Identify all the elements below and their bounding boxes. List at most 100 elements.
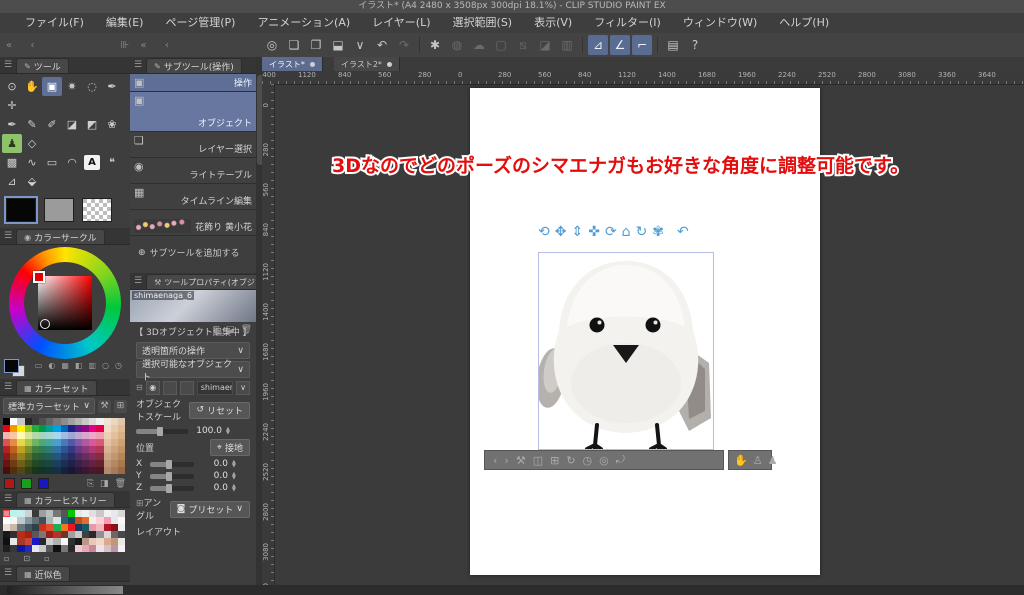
- color-swatch[interactable]: [82, 467, 89, 474]
- color-swatch[interactable]: [3, 531, 10, 538]
- color-swatch[interactable]: [96, 446, 103, 453]
- color-swatch[interactable]: [32, 418, 39, 425]
- color-swatch[interactable]: [32, 446, 39, 453]
- color-swatch[interactable]: [46, 538, 53, 545]
- color-swatch[interactable]: [39, 524, 46, 531]
- menu-layer[interactable]: レイヤー(L): [361, 13, 441, 33]
- color-swatch[interactable]: [39, 446, 46, 453]
- color-swatch[interactable]: [46, 517, 53, 524]
- axis-stepper-y[interactable]: ▲▼: [232, 472, 236, 480]
- color-swatch[interactable]: [118, 439, 125, 446]
- rotate-object-icon[interactable]: ↻: [566, 454, 575, 467]
- color-swatch[interactable]: [89, 524, 96, 531]
- color-swatch[interactable]: [39, 439, 46, 446]
- color-swatch[interactable]: [61, 460, 68, 467]
- pencil-tool[interactable]: ✎: [22, 115, 42, 134]
- color-swatch[interactable]: [111, 510, 118, 517]
- color-swatch[interactable]: [68, 531, 75, 538]
- color-swatch[interactable]: [25, 524, 32, 531]
- color-swatch[interactable]: [46, 545, 53, 552]
- color-swatch[interactable]: [10, 524, 17, 531]
- color-swatch[interactable]: [111, 418, 118, 425]
- chevron-down-icon[interactable]: ∨: [236, 381, 250, 395]
- color-swatch[interactable]: [118, 545, 125, 552]
- color-swatch[interactable]: [82, 446, 89, 453]
- hsv-mode-icon[interactable]: ▭: [35, 361, 43, 370]
- color-swatch[interactable]: [75, 439, 82, 446]
- decoration-tool[interactable]: ❀: [102, 115, 122, 134]
- checkbox-2[interactable]: [180, 381, 194, 395]
- color-swatch[interactable]: [104, 517, 111, 524]
- color-swatch[interactable]: [111, 524, 118, 531]
- pen-tool[interactable]: ✒: [2, 115, 22, 134]
- prev-pose-icon[interactable]: ‹: [493, 454, 497, 467]
- slider-5-icon[interactable]: ○: [102, 361, 109, 370]
- color-swatch[interactable]: [89, 538, 96, 545]
- color-swatch[interactable]: [96, 524, 103, 531]
- color-swatch[interactable]: [17, 545, 24, 552]
- color-swatch[interactable]: [46, 432, 53, 439]
- color-swatch[interactable]: [75, 510, 82, 517]
- color-swatch[interactable]: [82, 545, 89, 552]
- scale-value[interactable]: 100.0: [192, 426, 222, 436]
- import-set-icon[interactable]: ⎘: [87, 479, 94, 489]
- subtool-layer-select[interactable]: ❏レイヤー選択: [130, 132, 256, 158]
- color-swatch[interactable]: [104, 432, 111, 439]
- color-swatch[interactable]: [46, 510, 53, 517]
- color-swatch[interactable]: [25, 432, 32, 439]
- menu-selection[interactable]: 選択範囲(S): [442, 13, 524, 33]
- slider-1-icon[interactable]: ◐: [48, 361, 55, 370]
- edit-color-set-icon[interactable]: ⚒: [98, 400, 111, 413]
- color-swatch[interactable]: [53, 432, 60, 439]
- axis-slider-z[interactable]: [150, 486, 194, 491]
- color-swatch[interactable]: [61, 446, 68, 453]
- history-opt-3[interactable]: ▫: [44, 554, 49, 563]
- color-swatch[interactable]: [25, 446, 32, 453]
- menu-page-manage[interactable]: ページ管理(P): [154, 13, 246, 33]
- color-swatch[interactable]: [46, 524, 53, 531]
- registered-color-swatch[interactable]: [4, 478, 15, 489]
- eyedropper-tool[interactable]: ✒: [102, 77, 122, 96]
- color-swatch[interactable]: [96, 510, 103, 517]
- color-swatch[interactable]: [10, 425, 17, 432]
- color-swatch[interactable]: [53, 418, 60, 425]
- panel-menu-icon[interactable]: ☰: [130, 58, 146, 73]
- color-swatch[interactable]: [3, 510, 10, 517]
- menu-edit[interactable]: 編集(E): [95, 13, 155, 33]
- color-swatch[interactable]: [61, 517, 68, 524]
- color-swatch[interactable]: [118, 425, 125, 432]
- angle-preset-button[interactable]: ◙ プリセット ∨: [170, 501, 250, 518]
- tab-subtool[interactable]: ✎ サブツール(操作): [146, 58, 242, 73]
- fit-view-icon[interactable]: ⊞: [550, 454, 559, 467]
- subtool-object[interactable]: ▣オブジェクト: [130, 92, 256, 132]
- reset-button[interactable]: ↺ リセット: [189, 402, 250, 419]
- color-swatch[interactable]: [68, 510, 75, 517]
- color-swatch[interactable]: [75, 524, 82, 531]
- color-swatch[interactable]: [111, 517, 118, 524]
- object-move-icon[interactable]: ✜: [588, 224, 600, 240]
- snap-to-grid-icon[interactable]: ⌐: [632, 35, 652, 55]
- color-swatch[interactable]: [96, 453, 103, 460]
- collapse-icon[interactable]: ⊟: [136, 383, 143, 392]
- color-swatch[interactable]: [32, 545, 39, 552]
- color-swatch[interactable]: [3, 545, 10, 552]
- axis-slider-x[interactable]: [150, 462, 194, 467]
- tab-tool[interactable]: ✎ ツール: [16, 58, 69, 73]
- color-swatch[interactable]: [17, 460, 24, 467]
- color-swatch[interactable]: [96, 538, 103, 545]
- operate-tool[interactable]: ▣: [42, 77, 62, 96]
- color-swatch[interactable]: [3, 418, 10, 425]
- camera-angle-icon[interactable]: ◫: [533, 454, 543, 467]
- move-tool[interactable]: ✛: [2, 96, 22, 115]
- sv-cursor[interactable]: [40, 319, 50, 329]
- color-swatch[interactable]: [111, 425, 118, 432]
- tab-illust-2[interactable]: イラスト2*: [334, 57, 400, 71]
- color-swatch[interactable]: [3, 453, 10, 460]
- color-swatch[interactable]: [46, 453, 53, 460]
- color-swatch[interactable]: [32, 432, 39, 439]
- menu-help[interactable]: ヘルプ(H): [768, 13, 840, 33]
- color-swatch[interactable]: [68, 418, 75, 425]
- color-swatch[interactable]: [89, 439, 96, 446]
- ruler-tool[interactable]: ⊿: [2, 172, 22, 191]
- color-swatch[interactable]: [61, 538, 68, 545]
